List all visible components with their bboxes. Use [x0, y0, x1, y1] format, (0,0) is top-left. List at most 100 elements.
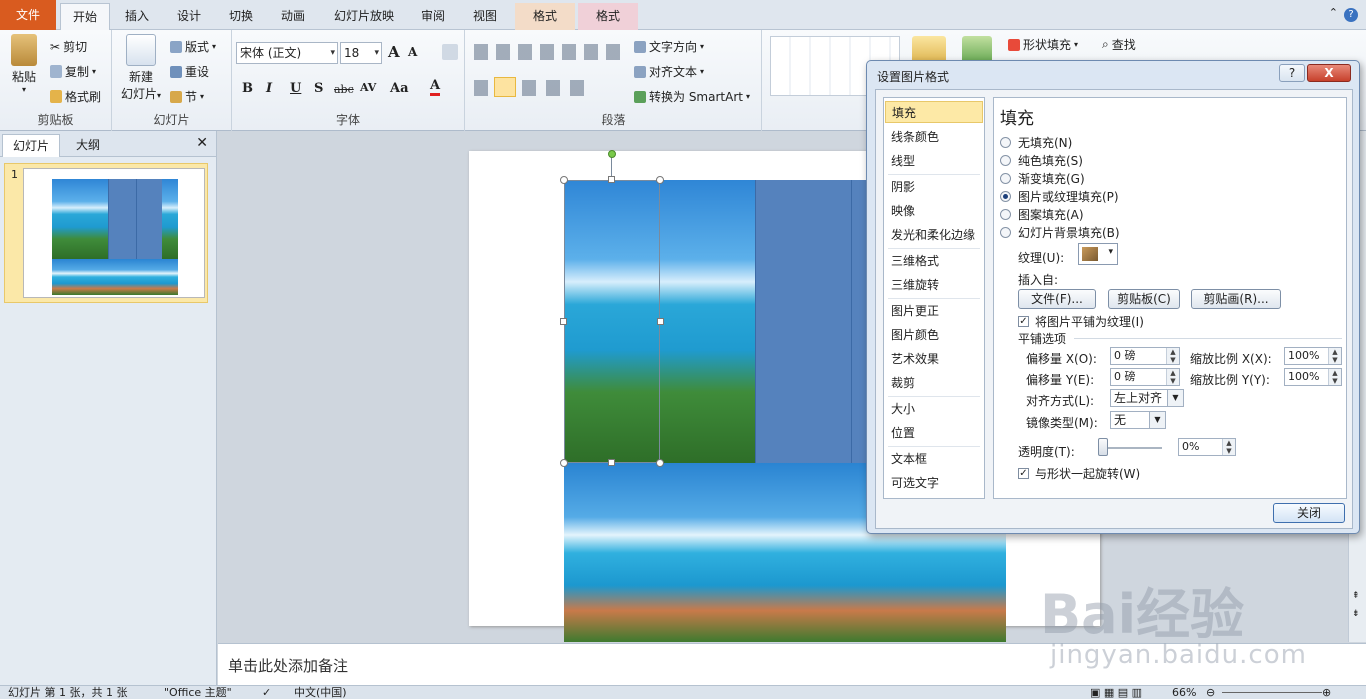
alignment-dropdown[interactable]: 左上对齐 ▼: [1110, 389, 1184, 407]
radio-pattern-fill[interactable]: 图案填充(A): [1000, 206, 1084, 223]
text-direction-button[interactable]: 文字方向 ▾: [634, 38, 704, 55]
tab-outline[interactable]: 大纲: [66, 134, 110, 157]
offset-y-input[interactable]: 0 磅 ▲ ▼: [1110, 368, 1180, 386]
slide-thumbnail[interactable]: [23, 168, 205, 298]
tab-design[interactable]: 设计: [164, 3, 214, 30]
bold-button[interactable]: B: [242, 81, 253, 96]
new-slide-dropdown-icon[interactable]: ▾: [157, 91, 161, 100]
category-3d-rotation[interactable]: 三维旋转: [891, 274, 939, 296]
italic-button[interactable]: I: [266, 81, 272, 96]
radio-slide-background-fill[interactable]: 幻灯片背景填充(B): [1000, 224, 1120, 241]
paste-dropdown-icon[interactable]: ▾: [6, 85, 42, 94]
tab-file[interactable]: 文件: [0, 0, 56, 30]
align-center-button[interactable]: [494, 77, 516, 97]
insert-clipboard-button[interactable]: 剪贴板(C): [1108, 289, 1180, 309]
tab-slides[interactable]: 幻灯片: [2, 134, 61, 157]
resize-handle-tl[interactable]: [560, 176, 568, 184]
category-reflection[interactable]: 映像: [891, 200, 915, 222]
blue-tile-1[interactable]: [755, 180, 851, 463]
grow-font-button[interactable]: A: [388, 43, 400, 61]
transparency-spinner-icon[interactable]: ▲ ▼: [1222, 439, 1235, 455]
transparency-input[interactable]: 0% ▲ ▼: [1178, 438, 1236, 456]
layout-button[interactable]: 版式 ▾: [170, 38, 216, 55]
tab-format-picture[interactable]: 格式: [578, 3, 638, 30]
clear-format-icon[interactable]: [442, 44, 458, 60]
scale-x-spinner-icon[interactable]: ▲ ▼: [1328, 348, 1341, 364]
zoom-out-icon[interactable]: ⊖: [1206, 686, 1215, 699]
format-painter-button[interactable]: 格式刷: [50, 88, 101, 105]
cut-button[interactable]: ✂ 剪切: [50, 38, 87, 55]
category-position[interactable]: 位置: [891, 422, 915, 444]
resize-handle-bl[interactable]: [560, 459, 568, 467]
radio-no-fill[interactable]: 无填充(N): [1000, 134, 1072, 151]
prev-slide-icon[interactable]: ⇞: [1352, 591, 1360, 601]
category-glow[interactable]: 发光和柔化边缘: [891, 224, 975, 246]
shrink-font-button[interactable]: A: [408, 45, 417, 59]
category-3d-format[interactable]: 三维格式: [891, 250, 939, 272]
align-text-button[interactable]: 对齐文本 ▾: [634, 63, 704, 80]
category-shadow[interactable]: 阴影: [891, 176, 915, 198]
tab-slideshow[interactable]: 幻灯片放映: [322, 3, 406, 30]
list-indent-icons[interactable]: [474, 44, 624, 60]
category-fill[interactable]: 填充: [885, 101, 983, 123]
rotation-handle[interactable]: [608, 150, 616, 158]
scale-x-input[interactable]: 100% ▲ ▼: [1284, 347, 1342, 365]
notes-pane[interactable]: 单击此处添加备注: [218, 643, 1366, 685]
underline-button[interactable]: U: [290, 81, 301, 96]
dialog-close-x-button[interactable]: X: [1307, 64, 1351, 82]
zoom-level[interactable]: 66%: [1172, 686, 1196, 699]
resize-handle-b[interactable]: [608, 459, 615, 466]
copy-button[interactable]: 复制 ▾: [50, 63, 96, 80]
resize-handle-t[interactable]: [608, 176, 615, 183]
offset-x-input[interactable]: 0 磅 ▲ ▼: [1110, 347, 1180, 365]
radio-gradient-fill[interactable]: 渐变填充(G): [1000, 170, 1085, 187]
insert-file-button[interactable]: 文件(F)...: [1018, 289, 1096, 309]
category-picture-corrections[interactable]: 图片更正: [891, 300, 939, 322]
find-button[interactable]: ⌕ 查找: [1102, 36, 1136, 53]
rotate-with-shape-checkbox[interactable]: ✓ 与形状一起旋转(W): [1018, 465, 1140, 482]
alignment-icons[interactable]: [474, 80, 592, 96]
category-alt-text[interactable]: 可选文字: [891, 472, 939, 494]
category-size[interactable]: 大小: [891, 398, 915, 420]
tab-animations[interactable]: 动画: [268, 3, 318, 30]
tab-home[interactable]: 开始: [60, 3, 110, 30]
shadow-button[interactable]: S: [314, 81, 323, 96]
category-artistic-effects[interactable]: 艺术效果: [891, 348, 939, 370]
radio-solid-fill[interactable]: 纯色填充(S): [1000, 152, 1083, 169]
tile-as-texture-checkbox[interactable]: ✓ 将图片平铺为纹理(I): [1018, 313, 1144, 330]
zoom-in-icon[interactable]: ⊕: [1322, 686, 1331, 699]
category-picture-color[interactable]: 图片颜色: [891, 324, 939, 346]
font-name-combo[interactable]: 宋体 (正文) ▾: [236, 42, 338, 64]
slide-thumbnail-selected[interactable]: 1: [4, 163, 208, 303]
close-icon[interactable]: ✕: [196, 135, 208, 151]
resize-handle-l[interactable]: [560, 318, 567, 325]
offset-x-spinner-icon[interactable]: ▲ ▼: [1166, 348, 1179, 364]
font-size-combo[interactable]: 18 ▾: [340, 42, 382, 64]
next-slide-icon[interactable]: ⇟: [1352, 609, 1360, 619]
scale-y-spinner-icon[interactable]: ▲ ▼: [1328, 369, 1341, 385]
char-spacing-button[interactable]: AV: [360, 81, 376, 94]
resize-handle-r[interactable]: [657, 318, 664, 325]
language-status[interactable]: 中文(中国): [294, 686, 347, 699]
strikethrough-button[interactable]: abc: [334, 83, 354, 96]
help-icon[interactable]: ?: [1344, 8, 1358, 22]
radio-picture-texture-fill[interactable]: 图片或纹理填充(P): [1000, 188, 1119, 205]
offset-y-spinner-icon[interactable]: ▲ ▼: [1166, 369, 1179, 385]
reset-button[interactable]: 重设: [170, 63, 209, 80]
category-line-color[interactable]: 线条颜色: [891, 126, 939, 148]
zoom-slider[interactable]: [1222, 692, 1322, 693]
category-crop[interactable]: 裁剪: [891, 372, 915, 394]
copy-dropdown-icon[interactable]: ▾: [92, 67, 96, 76]
change-case-button[interactable]: Aa: [390, 81, 409, 96]
insert-clipart-button[interactable]: 剪贴画(R)...: [1191, 289, 1281, 309]
scale-y-input[interactable]: 100% ▲ ▼: [1284, 368, 1342, 386]
resize-handle-br[interactable]: [656, 459, 664, 467]
transparency-slider-thumb[interactable]: [1098, 438, 1108, 456]
category-line-style[interactable]: 线型: [891, 150, 915, 172]
tab-view[interactable]: 视图: [460, 3, 510, 30]
dialog-help-button[interactable]: ?: [1279, 64, 1305, 82]
new-slide-button[interactable]: 新建 幻灯片▾: [118, 34, 164, 102]
tab-format-drawing[interactable]: 格式: [515, 3, 575, 30]
section-button[interactable]: 节 ▾: [170, 88, 204, 105]
convert-smartart-button[interactable]: 转换为 SmartArt ▾: [634, 88, 750, 105]
